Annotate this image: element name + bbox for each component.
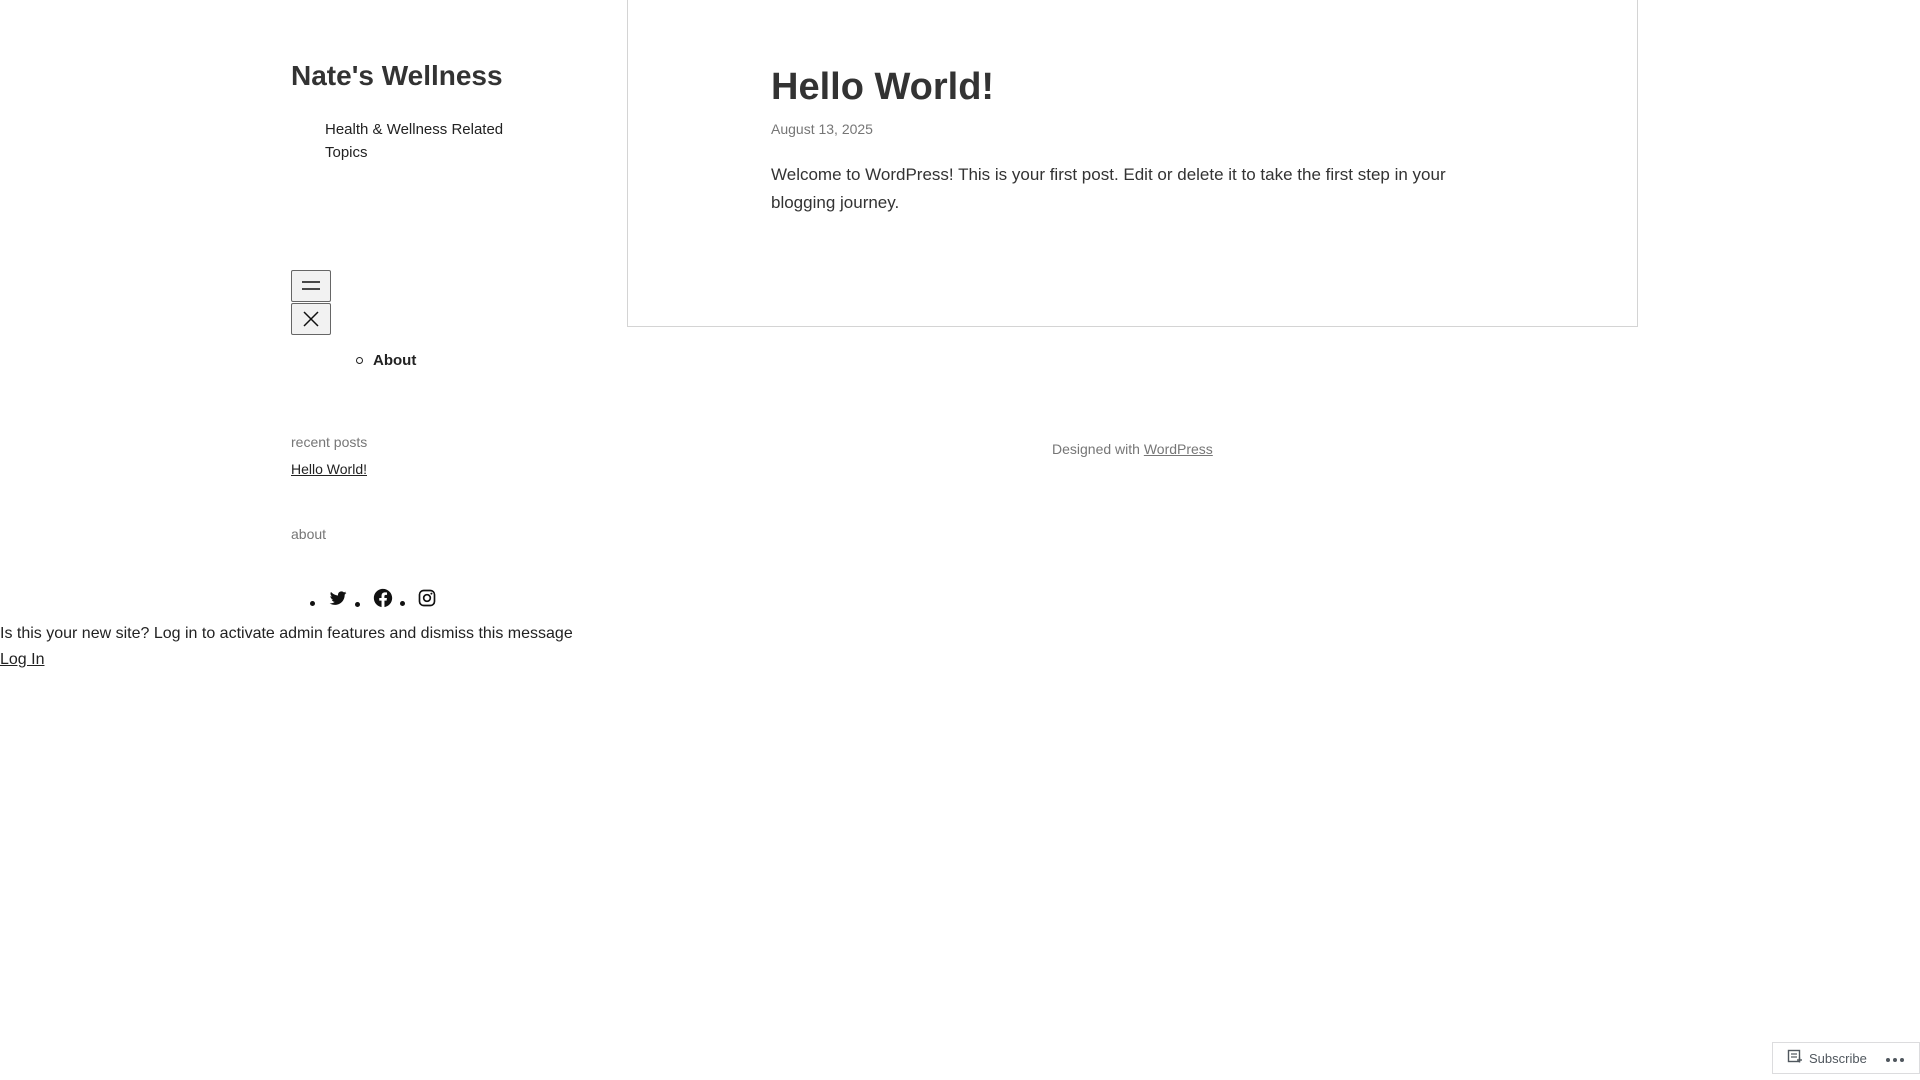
bullet-icon	[310, 601, 315, 606]
bullet-icon	[400, 601, 405, 606]
page: Nate's Wellness Health & Wellness Relate…	[0, 0, 1920, 1080]
recent-posts-heading: recent posts	[291, 434, 368, 450]
social-item-twitter	[310, 588, 349, 608]
social-item-instagram	[400, 588, 437, 608]
social-links	[310, 587, 443, 609]
footer-wordpress-link[interactable]: WordPress	[1144, 441, 1213, 457]
hamburger-icon	[301, 279, 321, 293]
nav-link-about[interactable]: About	[373, 352, 416, 369]
footer-credit-prefix: Designed with	[1052, 441, 1140, 457]
admin-notice-message: Is this your new site? Log in to activat…	[0, 625, 573, 642]
post-body: Welcome to WordPress! This is your first…	[771, 165, 1446, 212]
site-title[interactable]: Nate's Wellness	[291, 60, 503, 92]
about-heading: about	[291, 526, 327, 542]
post-title[interactable]: Hello World!	[771, 66, 994, 109]
social-item-facebook	[355, 587, 394, 609]
site-tagline: Health & Wellness Related Topics	[325, 121, 504, 161]
subscribe-label: Subscribe	[1809, 1050, 1867, 1066]
close-icon	[302, 310, 320, 328]
primary-navigation: About	[356, 352, 416, 369]
nav-item-about: About	[356, 352, 416, 369]
subscribe-bar: Subscribe	[1772, 1042, 1920, 1074]
bullet-icon	[355, 602, 360, 607]
post-card: Hello World! August 13, 2025 Welcome to …	[627, 0, 1638, 327]
reader-icon	[1787, 1049, 1809, 1068]
twitter-icon[interactable]	[327, 588, 349, 608]
recent-post-link[interactable]: Hello World!	[291, 461, 367, 477]
ellipsis-icon	[1885, 1051, 1905, 1066]
footer-credit: Designed with WordPress	[1052, 441, 1213, 457]
facebook-icon[interactable]	[372, 587, 394, 609]
login-link[interactable]: Log In	[0, 648, 44, 672]
more-options-button[interactable]	[1877, 1043, 1913, 1073]
subscribe-button[interactable]: Subscribe	[1773, 1043, 1877, 1073]
instagram-icon[interactable]	[417, 588, 437, 608]
bullet-icon	[356, 357, 363, 364]
close-menu-button[interactable]	[291, 303, 331, 335]
open-menu-button[interactable]	[291, 270, 331, 302]
post-date[interactable]: August 13, 2025	[771, 121, 873, 137]
